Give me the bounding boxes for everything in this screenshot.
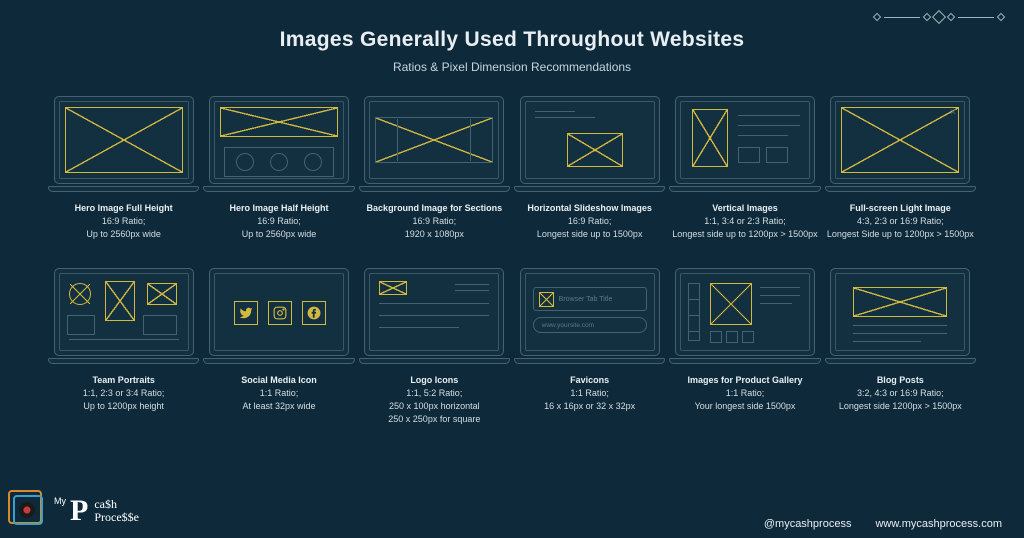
item-ratio: 16:9 Ratio;	[75, 215, 173, 228]
item-name: Social Media Icon	[241, 374, 317, 387]
item-name: Background Image for Sections	[367, 202, 503, 215]
item-ratio: 1:1, 3:4 or 2:3 Ratio;	[672, 215, 817, 228]
item-product-gallery: Images for Product Gallery 1:1 Ratio; Yo…	[671, 268, 818, 428]
item-name: Logo Icons	[388, 374, 480, 387]
item-name: Images for Product Gallery	[687, 374, 802, 387]
item-ratio: 1:1 Ratio;	[544, 387, 635, 400]
item-ratio: 16:9 Ratio;	[367, 215, 503, 228]
item-dim-2: 250 x 250px for square	[388, 413, 480, 426]
item-social-icon: Social Media Icon 1:1 Ratio; At least 32…	[205, 268, 352, 428]
item-dim: 16 x 16px or 32 x 32px	[544, 400, 635, 413]
facebook-icon	[302, 301, 326, 325]
item-dim: Longest side up to 1500px	[527, 228, 652, 241]
item-dim: Up to 2560px wide	[75, 228, 173, 241]
item-hero-full: Hero Image Full Height 16:9 Ratio; Up to…	[50, 96, 197, 256]
brand-line1: ca$h	[94, 497, 117, 511]
item-ratio: 1:1, 2:3 or 3:4 Ratio;	[83, 387, 165, 400]
item-team-portraits: Team Portraits 1:1, 2:3 or 3:4 Ratio; Up…	[50, 268, 197, 428]
item-dim: Longest side up to 1200px > 1500px	[672, 228, 817, 241]
item-dim: Up to 2560px wide	[229, 228, 328, 241]
social-handle: @mycashprocess	[764, 518, 852, 530]
item-vertical: Vertical Images 1:1, 3:4 or 2:3 Ratio; L…	[671, 96, 818, 256]
item-dim: Your longest side 1500px	[687, 400, 802, 413]
item-ratio: 4:3, 2:3 or 16:9 Ratio;	[827, 215, 974, 228]
item-name: Full-screen Light Image	[827, 202, 974, 215]
item-ratio: 16:9 Ratio;	[527, 215, 652, 228]
brand-line2: Proce$$e	[94, 510, 139, 524]
brand-mark-icon	[8, 490, 50, 532]
brand-logo: My P ca$h Proce$$e	[8, 490, 139, 532]
item-name: Favicons	[544, 374, 635, 387]
brand-p-icon: P	[70, 494, 88, 528]
instagram-icon	[268, 301, 292, 325]
item-dim: Longest Side up to 1200px > 1500px	[827, 228, 974, 241]
item-name: Vertical Images	[672, 202, 817, 215]
diagram-grid: Hero Image Full Height 16:9 Ratio; Up to…	[0, 74, 1024, 428]
footer: @mycashprocess www.mycashprocess.com	[764, 518, 1002, 530]
header: Images Generally Used Throughout Website…	[0, 0, 1024, 74]
item-favicons: Browser Tab Title www.yoursite.com Favic…	[516, 268, 663, 428]
item-dim: At least 32px wide	[241, 400, 317, 413]
item-logo-icons: Logo Icons 1:1, 5:2 Ratio; 250 x 100px h…	[361, 268, 508, 428]
item-name: Team Portraits	[83, 374, 165, 387]
item-dim: 1920 x 1080px	[367, 228, 503, 241]
item-bg-sections: Background Image for Sections 16:9 Ratio…	[361, 96, 508, 256]
brand-my: My	[54, 496, 66, 506]
item-name: Blog Posts	[839, 374, 962, 387]
item-horizontal-slideshow: Horizontal Slideshow Images 16:9 Ratio; …	[516, 96, 663, 256]
item-dim: Up to 1200px height	[83, 400, 165, 413]
website-url: www.mycashprocess.com	[875, 518, 1002, 530]
twitter-icon	[234, 301, 258, 325]
item-name: Hero Image Full Height	[75, 202, 173, 215]
item-ratio: 16:9 Ratio;	[229, 215, 328, 228]
item-name: Horizontal Slideshow Images	[527, 202, 652, 215]
item-ratio: 3:2, 4:3 or 16:9 Ratio;	[839, 387, 962, 400]
item-dim: 250 x 100px horizontal	[388, 400, 480, 413]
item-fullscreen-light: ✕ Full-screen Light Image 4:3, 2:3 or 16…	[827, 96, 974, 256]
brand-text: ca$h Proce$$e	[94, 498, 139, 524]
browser-tab-text: Browser Tab Title	[559, 296, 613, 303]
page-subtitle: Ratios & Pixel Dimension Recommendations	[0, 60, 1024, 74]
decorative-flourish	[874, 10, 1004, 24]
browser-url-text: www.yoursite.com	[542, 322, 594, 329]
page-title: Images Generally Used Throughout Website…	[0, 28, 1024, 52]
item-ratio: 1:1 Ratio;	[687, 387, 802, 400]
item-ratio: 1:1 Ratio;	[241, 387, 317, 400]
item-blog-posts: Blog Posts 3:2, 4:3 or 16:9 Ratio; Longe…	[827, 268, 974, 428]
item-dim: Longest side 1200px > 1500px	[839, 400, 962, 413]
item-hero-half: Hero Image Half Height 16:9 Ratio; Up to…	[205, 96, 352, 256]
item-ratio: 1:1, 5:2 Ratio;	[388, 387, 480, 400]
item-name: Hero Image Half Height	[229, 202, 328, 215]
